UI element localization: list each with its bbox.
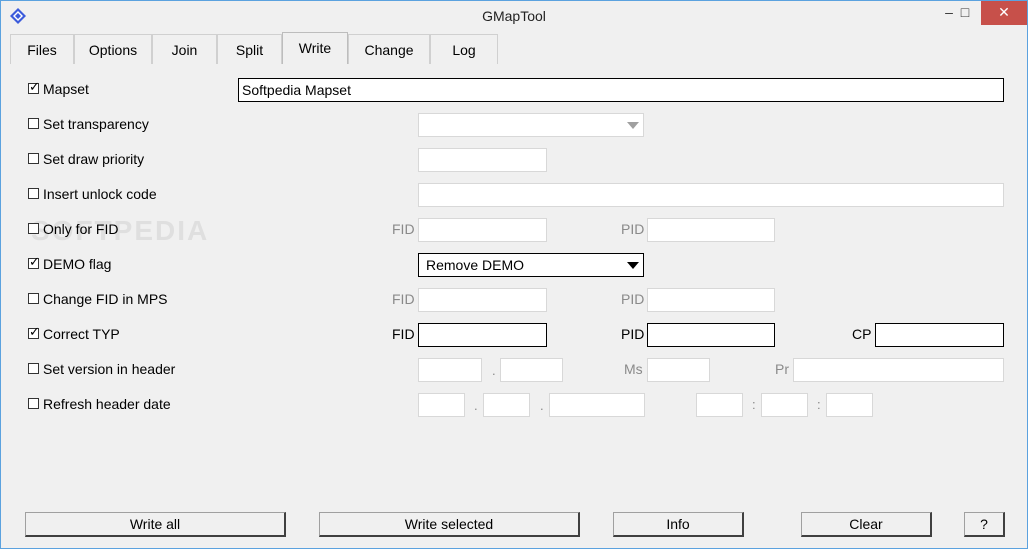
info-button[interactable]: Info	[613, 512, 744, 537]
write-selected-button[interactable]: Write selected	[319, 512, 580, 537]
refresh-date-checkbox[interactable]	[28, 398, 39, 409]
clear-button[interactable]: Clear	[801, 512, 932, 537]
check-mark-icon: ✓	[29, 254, 40, 269]
demo-select-value: Remove DEMO	[426, 257, 525, 273]
correct-typ-pid-input[interactable]	[647, 323, 775, 347]
chevron-down-icon	[627, 122, 639, 129]
time-colon-1: :	[752, 397, 756, 412]
date-day-input[interactable]	[418, 393, 465, 417]
date-month-input[interactable]	[483, 393, 530, 417]
correct-typ-label: Correct TYP	[43, 326, 120, 342]
correct-typ-fid-input[interactable]	[418, 323, 547, 347]
only-fid-pid-input[interactable]	[647, 218, 775, 242]
correct-typ-cp-label: CP	[852, 326, 872, 342]
unlock-code-label: Insert unlock code	[43, 186, 157, 202]
date-dot-1: .	[474, 398, 478, 413]
version-checkbox[interactable]	[28, 363, 39, 374]
close-button[interactable]: ✕	[981, 1, 1027, 25]
only-fid-fid-input[interactable]	[418, 218, 547, 242]
transparency-checkbox[interactable]	[28, 118, 39, 129]
only-fid-checkbox[interactable]	[28, 223, 39, 234]
version-pr-label: Pr	[775, 361, 789, 377]
tab-split[interactable]: Split	[217, 34, 282, 64]
transparency-select[interactable]	[418, 113, 644, 137]
correct-typ-checkbox[interactable]: ✓	[28, 324, 40, 339]
demo-checkbox[interactable]: ✓	[28, 254, 40, 269]
correct-typ-cp-input[interactable]	[875, 323, 1004, 347]
tab-change[interactable]: Change	[348, 34, 430, 64]
version-minor-input[interactable]	[500, 358, 563, 382]
maximize-button[interactable]: □	[949, 1, 981, 25]
draw-priority-label: Set draw priority	[43, 151, 145, 167]
time-minute-input[interactable]	[761, 393, 808, 417]
mapset-label: Mapset	[43, 81, 89, 97]
help-button[interactable]: ?	[964, 512, 1005, 537]
change-fid-fid-input[interactable]	[418, 288, 547, 312]
tab-join[interactable]: Join	[152, 34, 217, 64]
unlock-code-checkbox[interactable]	[28, 188, 39, 199]
check-mark-icon: ✓	[29, 79, 40, 94]
date-year-input[interactable]	[549, 393, 645, 417]
only-fid-fid-label: FID	[392, 221, 415, 237]
time-hour-input[interactable]	[696, 393, 743, 417]
time-second-input[interactable]	[826, 393, 873, 417]
correct-typ-pid-label: PID	[621, 326, 645, 342]
only-fid-pid-label: PID	[621, 221, 645, 237]
demo-label: DEMO flag	[43, 256, 112, 272]
check-mark-icon: ✓	[29, 324, 40, 339]
draw-priority-checkbox[interactable]	[28, 153, 39, 164]
transparency-label: Set transparency	[43, 116, 149, 132]
version-ms-input[interactable]	[647, 358, 710, 382]
tab-write[interactable]: Write	[282, 32, 348, 64]
demo-select[interactable]: Remove DEMO	[418, 253, 644, 277]
draw-priority-input[interactable]	[418, 148, 547, 172]
change-fid-label: Change FID in MPS	[43, 291, 168, 307]
version-ms-label: Ms	[624, 361, 643, 377]
tab-log[interactable]: Log	[430, 34, 498, 64]
version-major-input[interactable]	[418, 358, 482, 382]
unlock-code-input[interactable]	[418, 183, 1004, 207]
mapset-checkbox[interactable]: ✓	[28, 79, 40, 94]
correct-typ-fid-label: FID	[392, 326, 415, 342]
title-bar: GMapTool – □ ✕	[1, 1, 1027, 31]
write-all-button[interactable]: Write all	[25, 512, 286, 537]
change-fid-checkbox[interactable]	[28, 293, 39, 304]
change-fid-pid-input[interactable]	[647, 288, 775, 312]
refresh-date-label: Refresh header date	[43, 396, 171, 412]
version-label: Set version in header	[43, 361, 176, 377]
mapset-input[interactable]: Softpedia Mapset	[238, 78, 1004, 102]
date-dot-2: .	[540, 398, 544, 413]
only-fid-label: Only for FID	[43, 221, 119, 237]
chevron-down-icon	[627, 262, 639, 269]
version-pr-input[interactable]	[793, 358, 1004, 382]
change-fid-fid-label: FID	[392, 291, 415, 307]
time-colon-2: :	[817, 397, 821, 412]
app-window: GMapTool – □ ✕ Files Options Join Split …	[0, 0, 1028, 549]
tab-files[interactable]: Files	[10, 34, 74, 64]
change-fid-pid-label: PID	[621, 291, 645, 307]
version-dot: .	[492, 363, 496, 378]
window-title: GMapTool	[482, 8, 546, 24]
tab-options[interactable]: Options	[74, 34, 152, 64]
